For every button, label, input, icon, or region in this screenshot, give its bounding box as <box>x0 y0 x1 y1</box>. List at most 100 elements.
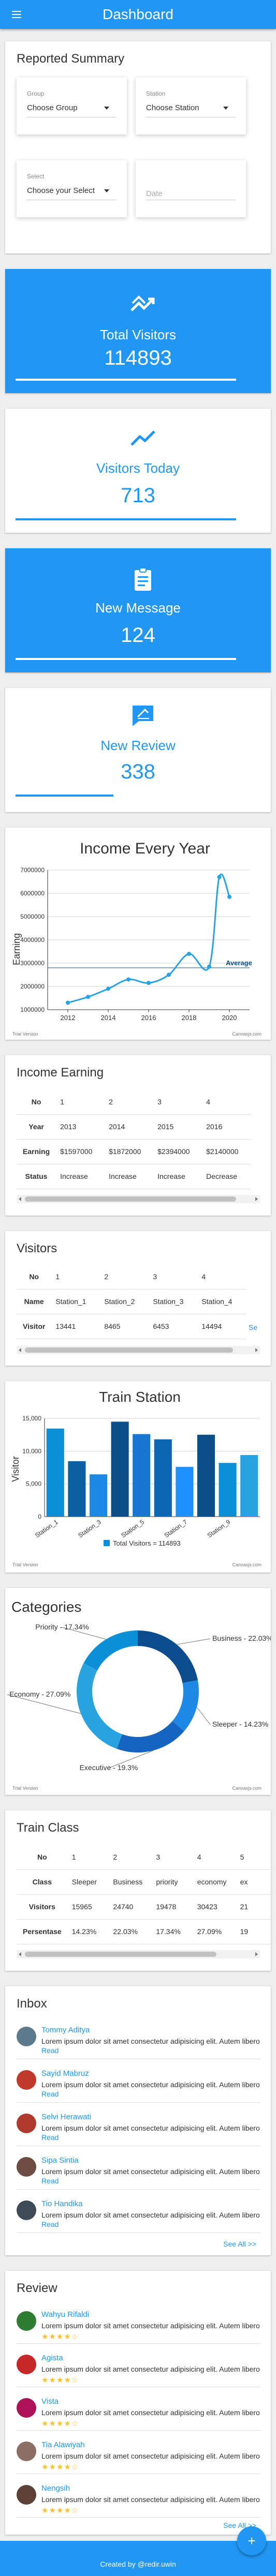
scroll-thumb[interactable] <box>25 1347 233 1353</box>
data-point[interactable] <box>66 1000 70 1005</box>
table-cell: 6453 <box>149 1314 198 1339</box>
menu-button[interactable] <box>5 3 28 26</box>
bar[interactable] <box>154 1439 172 1517</box>
new-message-card[interactable]: New Message 124 <box>5 548 271 672</box>
sender-name[interactable]: Sipa Sintia <box>41 2156 79 2165</box>
data-point[interactable] <box>86 995 90 999</box>
data-point[interactable] <box>106 986 110 991</box>
list-item[interactable]: Wahyu Rifaldi Lorem ipsum dolor sit amet … <box>5 2304 271 2349</box>
row-header: Name <box>17 1289 52 1314</box>
bar[interactable] <box>46 1428 64 1517</box>
bar[interactable] <box>240 1455 258 1517</box>
list-item[interactable]: Nengsih Lorem ipsum dolor sit amet consec… <box>5 2478 271 2523</box>
legend-label[interactable]: Total Visitors = 114893 <box>113 1539 181 1547</box>
table-cell: 2013 <box>56 1114 105 1140</box>
table-cell: Increase <box>105 1164 154 1189</box>
scroll-left-icon[interactable] <box>19 1952 21 1956</box>
list-item[interactable]: Tommy Aditya Lorem ipsum dolor sit amet c… <box>5 2019 271 2065</box>
data-point[interactable] <box>217 875 222 879</box>
pie-slice[interactable] <box>83 1630 138 1671</box>
visitors-today-card[interactable]: Visitors Today 713 <box>5 409 271 533</box>
list-item[interactable]: Vista Lorem ipsum dolor sit amet consecte… <box>5 2391 271 2436</box>
sender-name[interactable]: Wahyu Rifaldi <box>41 2310 89 2319</box>
list-item[interactable]: Tio Handika Lorem ipsum dolor sit amet co… <box>5 2193 271 2239</box>
pie-slice[interactable] <box>117 1721 184 1753</box>
data-point[interactable] <box>207 964 211 969</box>
read-link[interactable]: Read <box>41 2090 59 2098</box>
list-item[interactable]: Sayid Mabruz Lorem ipsum dolor sit amet c… <box>5 2063 271 2108</box>
row-header: Persentase <box>17 1919 68 1944</box>
pie-slice[interactable] <box>138 1630 198 1683</box>
sender-name[interactable]: Agista <box>41 2354 63 2362</box>
pie-slice[interactable] <box>77 1663 122 1749</box>
avatar <box>17 2070 36 2090</box>
sender-name[interactable]: Tommy Aditya <box>41 2026 90 2034</box>
bar[interactable] <box>219 1463 237 1517</box>
message-preview: Lorem ipsum dolor sit amet consectetur a… <box>41 2167 260 2176</box>
read-link[interactable]: Read <box>41 2220 59 2228</box>
sender-name[interactable]: Tio Handika <box>41 2199 82 2208</box>
bar[interactable] <box>197 1434 215 1517</box>
option-select[interactable]: Select Choose your Select <box>17 160 127 217</box>
see-link[interactable]: Se <box>249 1323 257 1331</box>
pie-slice[interactable] <box>172 1680 199 1731</box>
scroll-left-icon[interactable] <box>19 1348 21 1352</box>
sender-name[interactable]: Nengsih <box>41 2484 70 2493</box>
data-point[interactable] <box>126 977 130 982</box>
bar[interactable] <box>133 1434 151 1517</box>
read-link[interactable]: Read <box>41 2133 59 2141</box>
inbox-title: Inbox <box>17 1997 47 2011</box>
table-cell: 3 <box>149 1264 198 1290</box>
table-cell: $1597000 <box>56 1139 105 1164</box>
scroll-right-icon[interactable] <box>255 1348 258 1352</box>
table-cell: 4 <box>193 1845 236 1870</box>
sender-name[interactable]: Sayid Mabruz <box>41 2069 89 2078</box>
date-field[interactable]: Date <box>136 160 246 217</box>
list-item[interactable]: Sipa Sintia Lorem ipsum dolor sit amet co… <box>5 2150 271 2195</box>
train-class-table-scrollbar[interactable] <box>17 1950 260 1958</box>
scroll-right-icon[interactable] <box>255 1952 258 1956</box>
add-fab-button[interactable]: + <box>237 2526 266 2555</box>
list-item[interactable]: Selvi Herawati Lorem ipsum dolor sit amet… <box>5 2106 271 2152</box>
x-tick-label: Station_5 <box>120 1518 146 1539</box>
bar[interactable] <box>89 1474 108 1517</box>
read-link[interactable]: Read <box>41 2046 59 2055</box>
scroll-thumb[interactable] <box>25 1196 236 1202</box>
table-cell: 14.23% <box>67 1919 109 1944</box>
train-station-chart-card: Train Station Visitor 0 5,000 10,000 15,000… <box>5 1381 271 1572</box>
visitors-table-scrollbar[interactable] <box>17 1346 260 1354</box>
data-point[interactable] <box>147 981 151 985</box>
visitors-card: Visitors No 1 2 3 4 Name Station_1 Station_2 Sta… <box>5 1231 271 1366</box>
x-tick-label: Station_3 <box>77 1518 103 1539</box>
sender-name[interactable]: Selvi Herawati <box>41 2113 91 2121</box>
scroll-left-icon[interactable] <box>19 1197 21 1201</box>
group-select[interactable]: Group Choose Group <box>17 78 127 134</box>
inbox-see-all-link[interactable]: See All >> <box>223 2240 256 2248</box>
sender-name[interactable]: Vista <box>41 2397 59 2406</box>
read-link[interactable]: Read <box>41 2177 59 2185</box>
message-preview: Lorem ipsum dolor sit amet consectetur a… <box>41 2211 260 2219</box>
scroll-thumb[interactable] <box>25 1952 216 1957</box>
sender-name[interactable]: Tia Alawiyah <box>41 2440 85 2449</box>
table-cell: 19 <box>236 1919 271 1944</box>
data-point[interactable] <box>187 952 191 956</box>
y-tick-label: 5000000 <box>20 913 45 920</box>
table-cell: economy <box>193 1869 236 1895</box>
scroll-right-icon[interactable] <box>255 1197 258 1201</box>
income-table-scrollbar[interactable] <box>17 1195 260 1203</box>
table-cell: ex <box>236 1869 271 1895</box>
bar[interactable] <box>111 1421 129 1517</box>
bar[interactable] <box>68 1461 86 1517</box>
x-tick-label: Station_1 <box>34 1518 60 1539</box>
total-visitors-card[interactable]: Total Visitors 114893 <box>5 269 271 393</box>
data-point[interactable] <box>167 972 171 977</box>
bar[interactable] <box>176 1466 194 1517</box>
station-select[interactable]: Station Choose Station <box>136 78 246 134</box>
list-item[interactable]: Tia Alawiyah Lorem ipsum dolor sit amet c… <box>5 2434 271 2480</box>
new-review-card[interactable]: New Review 338 <box>5 688 271 812</box>
data-point[interactable] <box>227 894 231 899</box>
income-earning-table: No 1 2 3 4 Year 2013 2014 2015 2016 Earning $159700… <box>17 1089 251 1189</box>
y-tick-label: 3000000 <box>20 960 45 967</box>
list-item[interactable]: Agista Lorem ipsum dolor sit amet consect… <box>5 2347 271 2393</box>
x-tick-label: 2014 <box>101 1014 116 1022</box>
